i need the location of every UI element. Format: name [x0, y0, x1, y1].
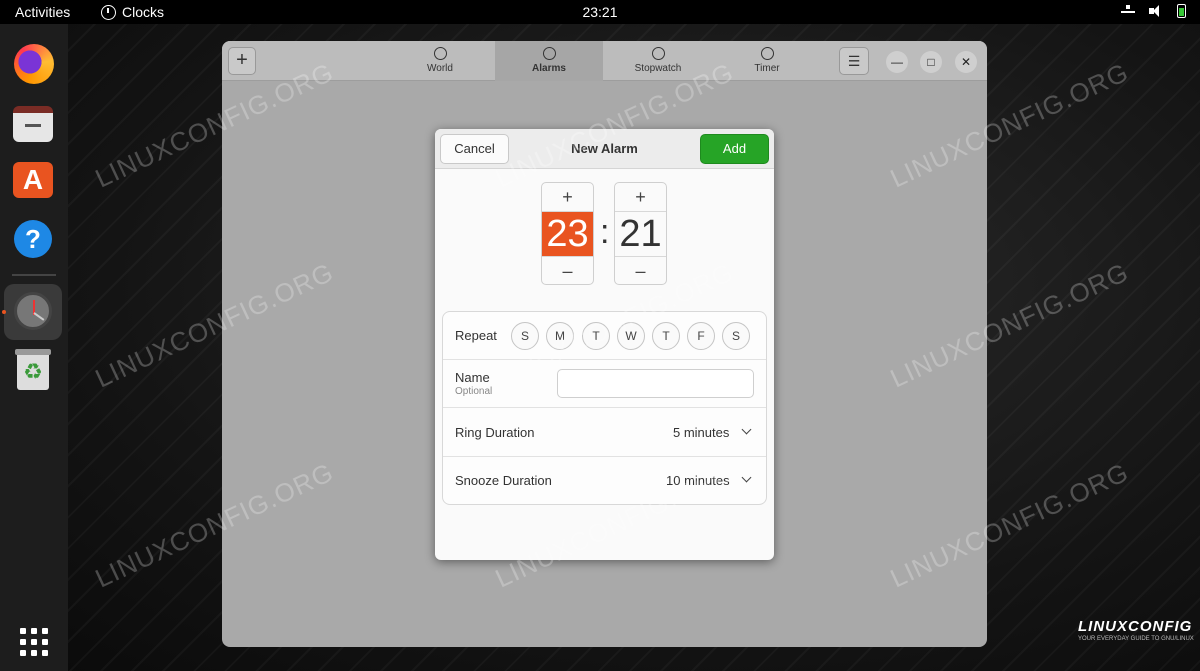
trash-icon[interactable]: ♻	[15, 349, 51, 390]
day-toggle-monday[interactable]: M	[546, 322, 574, 350]
new-alarm-dialog: Cancel New Alarm Add + 23 – : + 21 – Rep…	[435, 129, 774, 560]
tab-label: Stopwatch	[634, 63, 682, 74]
clock-time[interactable]: 23:21	[0, 4, 1200, 20]
add-alarm-button[interactable]: Add	[700, 134, 769, 164]
snooze-duration-value[interactable]: 10 minutes	[666, 473, 730, 488]
snooze-duration-row[interactable]: Snooze Duration 10 minutes	[443, 457, 766, 505]
menu-button[interactable]: ☰	[839, 47, 869, 75]
ring-duration-label: Ring Duration	[455, 425, 535, 440]
name-field[interactable]	[557, 369, 754, 398]
tab-label: Alarms	[532, 63, 566, 74]
dialog-header: Cancel New Alarm Add	[435, 129, 774, 169]
hour-increment-button[interactable]: +	[542, 183, 593, 211]
alarm-icon	[542, 47, 556, 60]
clocks-app-icon[interactable]	[14, 292, 52, 330]
dock-separator	[12, 274, 56, 276]
minute-spinner: + 21 –	[614, 182, 667, 285]
minute-increment-button[interactable]: +	[615, 183, 666, 211]
software-store-icon[interactable]: A	[13, 162, 53, 198]
repeat-label: Repeat	[455, 328, 497, 343]
ring-duration-value[interactable]: 5 minutes	[673, 425, 729, 440]
minute-value[interactable]: 21	[615, 211, 666, 256]
timer-icon	[760, 47, 774, 60]
files-icon[interactable]	[13, 106, 53, 142]
tab-label: World	[427, 63, 453, 74]
hour-value[interactable]: 23	[542, 211, 593, 256]
tab-stopwatch[interactable]: Stopwatch	[604, 41, 712, 81]
minute-decrement-button[interactable]: –	[615, 256, 666, 284]
dock: A ? ♻	[0, 24, 68, 671]
minimize-button[interactable]: —	[886, 51, 908, 73]
day-toggle-wednesday[interactable]: W	[617, 322, 645, 350]
globe-icon	[433, 47, 447, 60]
repeat-row: Repeat S M T W T F S	[443, 312, 766, 360]
add-button[interactable]: +	[228, 47, 256, 75]
firefox-icon[interactable]	[14, 44, 54, 84]
alarm-settings: Repeat S M T W T F S Name Optional Ring …	[442, 311, 767, 505]
help-icon[interactable]: ?	[14, 220, 52, 258]
day-toggle-sunday[interactable]: S	[511, 322, 539, 350]
running-indicator	[2, 310, 6, 314]
chevron-down-icon[interactable]	[741, 424, 752, 435]
tab-world[interactable]: World	[386, 41, 494, 81]
network-icon[interactable]	[1121, 5, 1135, 17]
maximize-button[interactable]: □	[920, 51, 942, 73]
tab-timer[interactable]: Timer	[713, 41, 821, 81]
day-toggle-saturday[interactable]: S	[722, 322, 750, 350]
day-toggle-tuesday[interactable]: T	[582, 322, 610, 350]
volume-icon[interactable]	[1149, 5, 1163, 17]
tab-label: Timer	[754, 63, 780, 74]
chevron-down-icon[interactable]	[741, 472, 752, 483]
name-row: Name Optional	[443, 360, 766, 408]
day-toggle-friday[interactable]: F	[687, 322, 715, 350]
close-button[interactable]: ✕	[955, 51, 977, 73]
header-bar: + World Alarms Stopwatch Timer ☰ — □ ✕	[222, 41, 987, 81]
top-bar: Activities Clocks 23:21	[0, 0, 1200, 24]
time-separator: :	[600, 213, 610, 251]
stopwatch-icon	[651, 47, 665, 60]
hour-decrement-button[interactable]: –	[542, 256, 593, 284]
battery-icon[interactable]	[1177, 4, 1186, 18]
ring-duration-row[interactable]: Ring Duration 5 minutes	[443, 408, 766, 457]
hour-spinner: + 23 –	[541, 182, 594, 285]
system-tray[interactable]	[1121, 4, 1186, 18]
tab-alarms[interactable]: Alarms	[495, 41, 603, 81]
name-hint: Optional	[455, 386, 493, 397]
name-label: Name	[455, 370, 490, 385]
show-apps-icon[interactable]	[20, 628, 48, 656]
day-toggle-thursday[interactable]: T	[652, 322, 680, 350]
snooze-duration-label: Snooze Duration	[455, 473, 552, 488]
